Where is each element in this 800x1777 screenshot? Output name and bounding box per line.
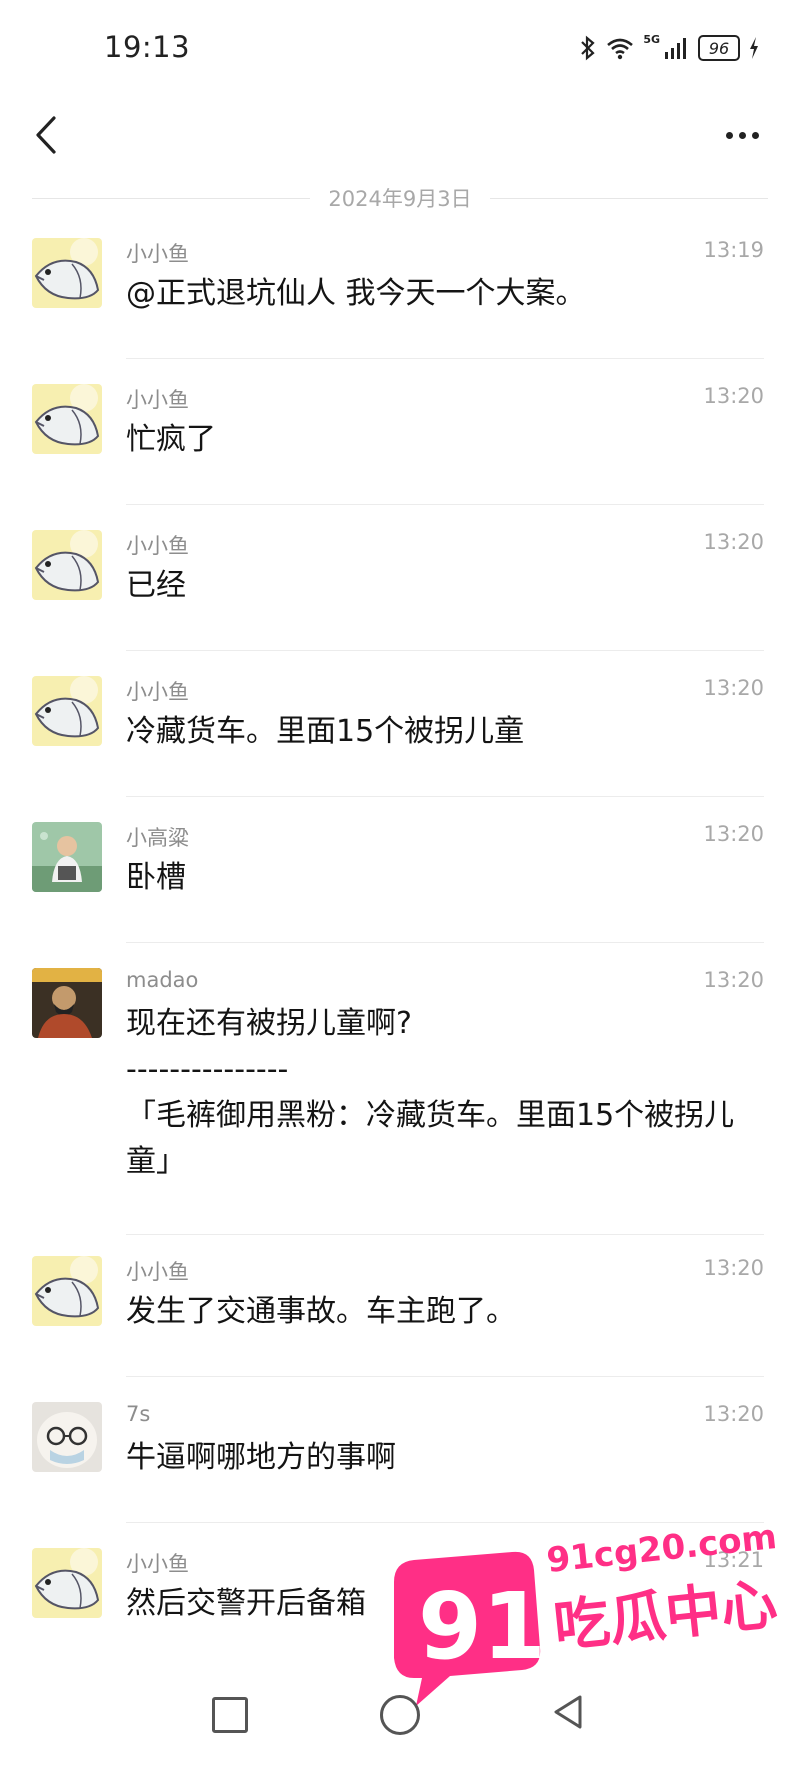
back-button[interactable] xyxy=(24,110,74,160)
message-time: 13:20 xyxy=(703,822,764,846)
watermark-number: 91 xyxy=(418,1573,546,1680)
sender-name: 小小鱼 xyxy=(126,680,189,704)
status-bar: 19:13 5G 96 xyxy=(0,0,800,96)
message-time: 13:20 xyxy=(703,530,764,554)
recent-apps-button[interactable] xyxy=(212,1697,248,1733)
bluetooth-icon xyxy=(581,35,595,61)
sender-name: 小小鱼 xyxy=(126,1552,189,1576)
message-time: 13:19 xyxy=(703,238,764,262)
message-text[interactable]: 忙疯了 xyxy=(126,417,766,463)
message-time: 13:20 xyxy=(703,1256,764,1280)
sender-name: 7s xyxy=(126,1402,151,1426)
message-separator xyxy=(126,650,764,651)
charging-icon xyxy=(750,37,758,59)
message-text[interactable]: 现在还有被拐儿童啊? xyxy=(126,1001,766,1047)
portrait-avatar[interactable] xyxy=(32,968,102,1038)
divider-line xyxy=(32,197,311,199)
message-separator xyxy=(126,504,764,505)
more-dot xyxy=(751,131,759,139)
home-button[interactable] xyxy=(380,1695,420,1735)
message-text[interactable]: @正式退坑仙人 我今天一个大案。 xyxy=(126,271,766,317)
message-time: 13:20 xyxy=(703,968,764,992)
message-separator xyxy=(126,796,764,797)
fish-avatar[interactable] xyxy=(32,1548,102,1618)
fish-avatar[interactable] xyxy=(32,676,102,746)
message-text[interactable]: 已经 xyxy=(126,563,766,609)
sender-name: 小高粱 xyxy=(126,826,189,850)
more-dots-icon xyxy=(725,131,733,139)
battery-icon: 96 xyxy=(698,35,740,61)
message-time: 13:20 xyxy=(703,1402,764,1426)
status-icons: 5G 96 xyxy=(579,30,760,66)
message-text[interactable]: 牛逼啊哪地方的事啊 xyxy=(126,1435,766,1481)
sender-name: 小小鱼 xyxy=(126,388,189,412)
date-divider: 2024年9月3日 xyxy=(32,180,769,216)
child-photo-avatar[interactable] xyxy=(32,822,102,892)
message-time: 13:20 xyxy=(703,676,764,700)
message-text[interactable]: 卧槽 xyxy=(126,855,766,901)
date-label: 2024年9月3日 xyxy=(328,187,472,211)
message-time: 13:20 xyxy=(703,384,764,408)
back-triangle-icon[interactable] xyxy=(550,1693,586,1731)
chevron-left-icon xyxy=(36,116,56,154)
message-text[interactable]: 发生了交通事故。车主跑了。 xyxy=(126,1289,766,1335)
status-time: 19:13 xyxy=(104,30,191,64)
message-separator xyxy=(126,942,764,943)
glasses-avatar[interactable] xyxy=(32,1402,102,1472)
fish-avatar[interactable] xyxy=(32,1256,102,1326)
battery-level: 96 xyxy=(708,38,730,58)
signal-icon xyxy=(665,38,686,59)
message-text[interactable]: 冷藏货车。里面15个被拐儿童 xyxy=(126,709,766,755)
more-dot xyxy=(738,131,746,139)
message-separator xyxy=(126,1234,764,1235)
message-separator xyxy=(126,358,764,359)
watermark-label: 吃瓜中心 xyxy=(551,1572,781,1660)
network-type: 5G xyxy=(643,32,660,46)
chat-header xyxy=(0,96,800,192)
quote-divider: --------------- xyxy=(126,1052,289,1087)
system-nav-bar xyxy=(0,1675,800,1777)
wifi-icon xyxy=(607,38,634,60)
watermark-site: 91cg20.com xyxy=(545,1517,779,1581)
more-options-button[interactable] xyxy=(712,110,772,160)
fish-avatar[interactable] xyxy=(32,384,102,454)
fish-avatar[interactable] xyxy=(32,238,102,308)
sender-name: 小小鱼 xyxy=(126,1260,189,1284)
sender-name: 小小鱼 xyxy=(126,534,189,558)
sender-name: madao xyxy=(126,968,199,992)
divider-line xyxy=(489,197,769,199)
sender-name: 小小鱼 xyxy=(126,242,189,266)
quoted-message[interactable]: 「毛裤御用黑粉：冷藏货车。里面15个被拐儿童」 xyxy=(126,1093,766,1185)
fish-avatar[interactable] xyxy=(32,530,102,600)
message-separator xyxy=(126,1376,764,1377)
